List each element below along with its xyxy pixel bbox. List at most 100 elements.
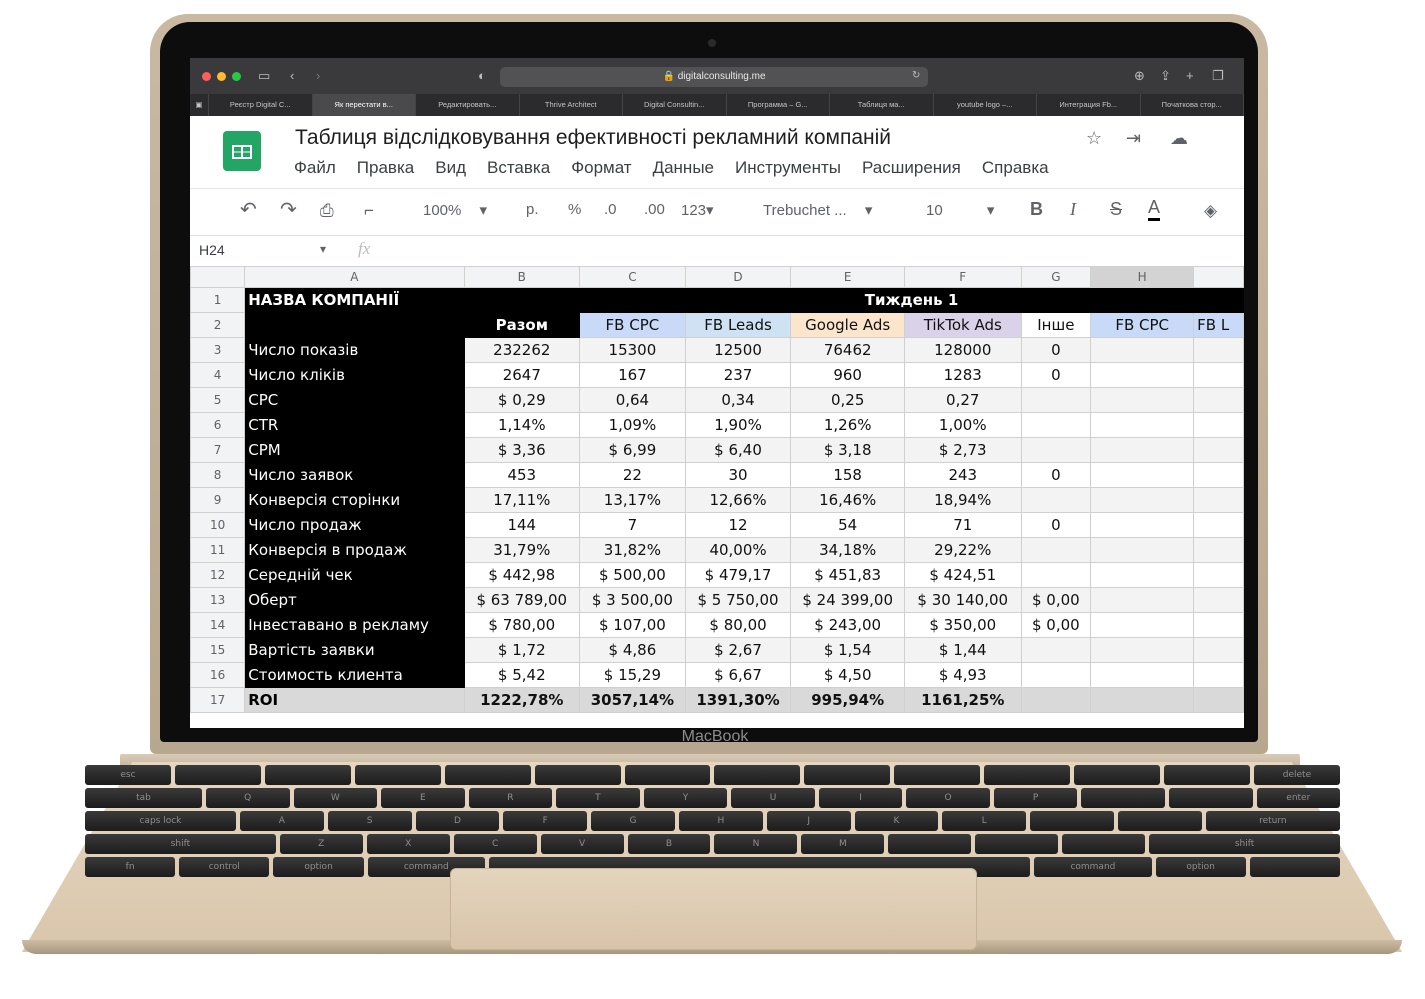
cell[interactable] (1193, 487, 1244, 513)
cell-fb-cpc-header[interactable]: FB CPC (1090, 312, 1195, 338)
cell[interactable]: 1283 (903, 362, 1022, 388)
number-format-select[interactable]: 123▾ (681, 201, 714, 219)
cell[interactable]: 40,00% (684, 537, 792, 563)
cell[interactable] (1090, 487, 1195, 513)
menu-edit[interactable]: Правка (357, 158, 414, 178)
cell[interactable] (1090, 362, 1195, 388)
cell[interactable]: 1,90% (684, 412, 792, 438)
cell[interactable]: 54 (790, 512, 905, 538)
cell[interactable] (244, 312, 465, 338)
cell[interactable] (1193, 687, 1244, 713)
cell[interactable]: $ 0,00 (1020, 587, 1092, 613)
cell[interactable]: 128000 (903, 337, 1022, 363)
row-label[interactable]: Стоимость клиента (244, 662, 465, 688)
cell[interactable]: 1,09% (579, 412, 686, 438)
cell[interactable]: 167 (579, 362, 686, 388)
move-folder-icon[interactable]: ⇥ (1126, 128, 1141, 149)
row-number[interactable]: 3 (190, 337, 246, 363)
cell-fb-leads-header[interactable]: FB Leads (684, 312, 792, 338)
row-label[interactable]: CPM (244, 437, 465, 463)
cell[interactable]: 22 (579, 462, 686, 488)
browser-tab[interactable]: Редактировать... (416, 94, 520, 116)
cell[interactable] (1020, 687, 1092, 713)
cell-company-name-label[interactable]: НАЗВА КОМПАНІЇ (244, 287, 465, 313)
cell[interactable]: $ 1,54 (790, 637, 905, 663)
cell[interactable]: 31,82% (579, 537, 686, 563)
cell[interactable]: 15300 (579, 337, 686, 363)
menu-view[interactable]: Вид (435, 158, 466, 178)
row-label[interactable]: Число продаж (244, 512, 465, 538)
cell[interactable]: 16,46% (790, 487, 905, 513)
cell[interactable] (1090, 687, 1195, 713)
cell[interactable] (1020, 487, 1092, 513)
menu-file[interactable]: Файл (294, 158, 336, 178)
column-header[interactable]: F (903, 266, 1022, 288)
back-icon[interactable]: ‹ (290, 68, 294, 83)
browser-tab[interactable]: Интеграция Fb... (1037, 94, 1141, 116)
cell[interactable] (1090, 462, 1195, 488)
cell[interactable] (463, 287, 581, 313)
cell[interactable] (1193, 462, 1244, 488)
print-icon[interactable]: ⎙ (320, 201, 334, 221)
italic-button[interactable]: I (1070, 199, 1076, 220)
browser-tab[interactable]: Початкова стор... (1141, 94, 1244, 116)
cell[interactable] (1193, 412, 1244, 438)
row-label[interactable]: Число кліків (244, 362, 465, 388)
formula-input[interactable] (400, 240, 1230, 260)
percent-format-button[interactable]: % (568, 201, 581, 218)
cell[interactable]: 0,34 (684, 387, 792, 413)
row-number[interactable]: 11 (190, 537, 246, 563)
menu-format[interactable]: Формат (571, 158, 631, 178)
cell[interactable]: $ 24 399,00 (790, 587, 905, 613)
cloud-status-icon[interactable]: ☁ (1170, 128, 1188, 149)
column-header[interactable]: G (1020, 266, 1092, 288)
cell[interactable]: $ 4,50 (790, 662, 905, 688)
cell[interactable]: 0 (1020, 512, 1092, 538)
cell[interactable] (1193, 512, 1244, 538)
column-header[interactable]: A (244, 266, 465, 288)
cell[interactable]: $ 479,17 (684, 562, 792, 588)
cell[interactable]: 31,79% (463, 537, 581, 563)
document-title[interactable]: Таблиця відслідковування ефективності ре… (295, 126, 891, 150)
cell[interactable]: 34,18% (790, 537, 905, 563)
minimize-window-button[interactable] (217, 72, 226, 81)
cell[interactable]: 7 (579, 512, 686, 538)
cell[interactable] (1193, 637, 1244, 663)
cell[interactable]: 453 (463, 462, 581, 488)
cell[interactable]: $ 4,93 (903, 662, 1022, 688)
row-label[interactable]: Вартість заявки (244, 637, 465, 663)
row-number[interactable]: 15 (190, 637, 246, 663)
column-header[interactable]: C (579, 266, 686, 288)
cell[interactable] (1090, 387, 1195, 413)
column-header[interactable]: B (463, 266, 581, 288)
reload-icon[interactable]: ↻ (912, 70, 920, 81)
downloads-icon[interactable]: ⊕ (1134, 68, 1145, 84)
cell[interactable]: $ 2,73 (903, 437, 1022, 463)
cell[interactable]: 1391,30% (684, 687, 792, 713)
cell[interactable]: 1222,78% (463, 687, 581, 713)
cell[interactable]: 0,27 (903, 387, 1022, 413)
redo-icon[interactable]: ↷ (280, 197, 297, 222)
name-box[interactable]: H24 (199, 242, 225, 258)
cell-google-ads-header[interactable]: Google Ads (790, 312, 905, 338)
cell[interactable]: 2647 (463, 362, 581, 388)
star-icon[interactable]: ☆ (1086, 128, 1102, 149)
cell[interactable]: 0 (1020, 362, 1092, 388)
cell[interactable]: $ 3 500,00 (579, 587, 686, 613)
row-number[interactable]: 13 (190, 587, 246, 613)
cell[interactable]: $ 0,29 (463, 387, 581, 413)
increase-decimal-button[interactable]: .00 (644, 201, 665, 218)
cell[interactable]: $ 30 140,00 (903, 587, 1022, 613)
new-tab-icon[interactable]: + (1186, 68, 1194, 83)
cell[interactable]: 76462 (790, 337, 905, 363)
strikethrough-button[interactable]: S (1110, 199, 1122, 220)
cell[interactable]: $ 6,67 (684, 662, 792, 688)
cell[interactable] (1090, 562, 1195, 588)
browser-tab[interactable]: Thrive Architect (520, 94, 623, 116)
cell[interactable]: 3057,14% (579, 687, 686, 713)
zoom-select[interactable]: 100% ▾ (423, 201, 487, 219)
cell[interactable]: 158 (790, 462, 905, 488)
cell[interactable]: 29,22% (903, 537, 1022, 563)
cell[interactable]: $ 2,67 (684, 637, 792, 663)
row-label[interactable]: Число заявок (244, 462, 465, 488)
